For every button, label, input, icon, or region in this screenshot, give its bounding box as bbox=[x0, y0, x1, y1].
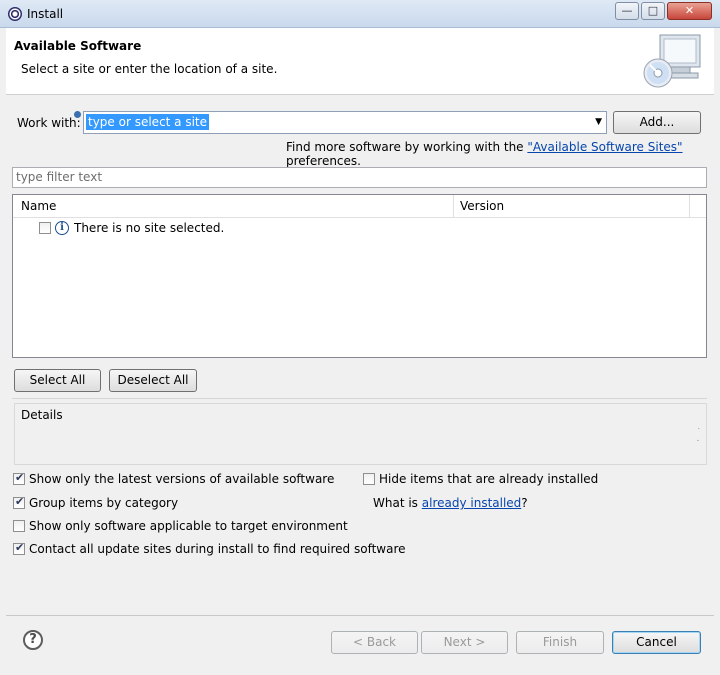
hint-prefix: Find more software by working with the bbox=[286, 140, 528, 154]
what-is-installed-text: What is already installed? bbox=[373, 496, 528, 510]
footer-divider bbox=[6, 615, 714, 616]
work-with-combo[interactable]: type or select a site ▼ bbox=[83, 111, 607, 134]
applicable-only-label[interactable]: Show only software applicable to target … bbox=[29, 519, 348, 533]
info-icon: i bbox=[55, 221, 69, 235]
available-sites-hint: Find more software by working with the "… bbox=[286, 140, 720, 168]
finish-button[interactable]: Finish bbox=[516, 631, 604, 654]
applicable-only-checkbox[interactable] bbox=[13, 520, 25, 532]
wizard-header: Available Software Select a site or ente… bbox=[6, 28, 714, 95]
close-button[interactable]: ✕ bbox=[667, 2, 712, 20]
next-button[interactable]: Next > bbox=[421, 631, 508, 654]
divider bbox=[12, 398, 707, 399]
column-divider[interactable] bbox=[453, 195, 454, 217]
page-subtitle: Select a site or enter the location of a… bbox=[21, 62, 278, 76]
row-text: There is no site selected. bbox=[74, 221, 225, 235]
add-site-button[interactable]: Add... bbox=[613, 111, 701, 134]
install-cd-monitor-icon bbox=[643, 34, 701, 88]
column-header-version[interactable]: Version bbox=[460, 199, 504, 213]
group-by-category-checkbox[interactable] bbox=[13, 495, 25, 509]
help-icon[interactable]: ? bbox=[23, 630, 43, 650]
window-title: Install bbox=[27, 7, 64, 21]
column-header-name[interactable]: Name bbox=[21, 199, 56, 213]
contact-sites-checkbox[interactable] bbox=[13, 541, 25, 555]
content-assist-icon bbox=[74, 111, 81, 118]
cancel-button[interactable]: Cancel bbox=[612, 631, 701, 654]
what-is-prefix: What is bbox=[373, 496, 422, 510]
hide-installed-label[interactable]: Hide items that are already installed bbox=[379, 472, 598, 486]
maximize-button[interactable]: □ bbox=[641, 2, 665, 20]
work-with-value[interactable]: type or select a site bbox=[86, 114, 210, 130]
details-area: ˙. bbox=[14, 403, 707, 465]
table-header: Name Version bbox=[13, 195, 706, 218]
row-checkbox[interactable] bbox=[39, 222, 51, 234]
group-by-category-label[interactable]: Group items by category bbox=[29, 496, 178, 510]
back-button[interactable]: < Back bbox=[331, 631, 418, 654]
what-is-suffix: ? bbox=[521, 496, 528, 510]
already-installed-link[interactable]: already installed bbox=[422, 496, 522, 510]
table-row[interactable]: i There is no site selected. bbox=[38, 221, 338, 237]
latest-versions-checkbox[interactable] bbox=[13, 471, 25, 485]
available-software-sites-link[interactable]: "Available Software Sites" bbox=[527, 140, 682, 154]
chevron-down-icon[interactable]: ▼ bbox=[595, 117, 602, 127]
minimize-button[interactable]: — bbox=[615, 2, 639, 20]
latest-versions-label[interactable]: Show only the latest versions of availab… bbox=[29, 472, 334, 486]
select-all-button[interactable]: Select All bbox=[14, 369, 101, 392]
work-with-label: Work with: bbox=[17, 116, 81, 130]
column-divider[interactable] bbox=[689, 195, 690, 217]
filter-input[interactable]: type filter text bbox=[12, 167, 707, 188]
deselect-all-button[interactable]: Deselect All bbox=[109, 369, 197, 392]
hint-suffix: preferences. bbox=[286, 154, 361, 168]
eclipse-app-icon bbox=[8, 7, 22, 21]
page-title: Available Software bbox=[14, 39, 142, 53]
title-bar: Install — □ ✕ bbox=[0, 0, 720, 28]
details-scroll-arrows-icon[interactable]: ˙. bbox=[697, 429, 702, 444]
hide-installed-checkbox[interactable] bbox=[363, 473, 375, 485]
software-table: Name Version i There is no site selected… bbox=[12, 194, 707, 358]
contact-sites-label[interactable]: Contact all update sites during install … bbox=[29, 542, 406, 556]
